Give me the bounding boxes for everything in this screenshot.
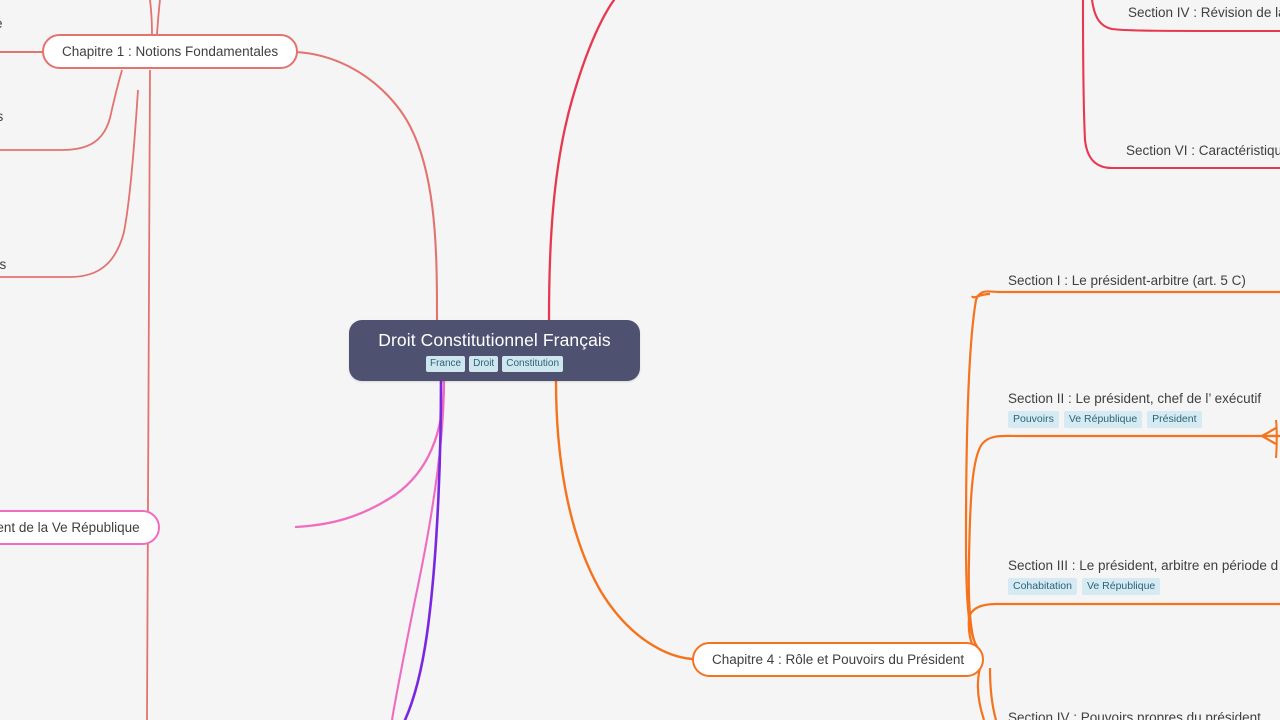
tag-president[interactable]: Président — [1147, 411, 1202, 428]
tag-cohabitation[interactable]: Cohabitation — [1008, 578, 1077, 595]
edge-section-iv-bottom-arm2 — [988, 667, 998, 720]
leaf-section-ii-tags: Pouvoirs Ve République Président — [1008, 411, 1261, 428]
root-node-title: Droit Constitutionnel Français — [378, 329, 611, 350]
arrow-head-right-edge — [1261, 427, 1279, 445]
leaf-section-ii-chef-executif-label: Section II : Le président, chef de l’ ex… — [1008, 391, 1262, 406]
edge-chapitre4-trunk — [964, 290, 1280, 651]
leaf-section-iv-pouvoirs-propres[interactable]: Section IV : Pouvoirs propres du préside… — [1008, 709, 1261, 720]
leaf-section-i-president-arbitre[interactable]: Section I : Le président-arbitre (art. 5… — [1008, 272, 1246, 290]
edge-right-edge-riser — [1275, 419, 1278, 459]
leaf-section-vi-caracteristiques[interactable]: Section VI : Caractéristiqu — [1126, 142, 1280, 160]
edge-section-iv-bottom-arm — [976, 667, 986, 720]
edge-section-iii-arm — [967, 602, 1280, 651]
leaf-clipped-es-label: es — [0, 257, 7, 272]
edge-pink-tail — [390, 380, 446, 720]
edge-leaf-rs — [0, 69, 123, 151]
leaf-section-iii-arbitre-cohabitation-label: Section III : Le président, arbitre en p… — [1008, 558, 1279, 573]
leaf-section-iv-revision[interactable]: Section IV : Révision de la — [1128, 4, 1280, 22]
node-chapitre-1-label: Chapitre 1 : Notions Fondamentales — [62, 44, 279, 59]
root-tag-france[interactable]: France — [425, 355, 466, 372]
root-tag-constitution[interactable]: Constitution — [502, 355, 564, 372]
leaf-section-iv-revision-label: Section IV : Révision de la — [1128, 5, 1280, 20]
mindmap-canvas[interactable]: Droit Constitutionnel Français France Dr… — [0, 0, 1280, 720]
edge-section-ii-arm — [967, 434, 1280, 649]
leaf-section-iv-pouvoirs-propres-label: Section IV : Pouvoirs propres du préside… — [1008, 710, 1261, 720]
leaf-section-i-president-arbitre-label: Section I : Le président-arbitre (art. 5… — [1008, 273, 1246, 288]
node-chapitre-4[interactable]: Chapitre 4 : Rôle et Pouvoirs du Préside… — [692, 642, 985, 677]
node-chapitre-1[interactable]: Chapitre 1 : Notions Fondamentales — [42, 34, 299, 69]
edge-chapitre1-spine-2 — [156, 0, 161, 35]
tag-ve-republique[interactable]: Ve République — [1063, 411, 1143, 428]
leaf-section-iii-tags: Cohabitation Ve République — [1008, 578, 1278, 595]
root-node-tags: France Droit Constitution — [425, 355, 564, 372]
root-tag-droit[interactable]: Droit — [469, 355, 499, 372]
edge-chapitre1-down-spine — [146, 69, 151, 720]
edge-layer — [0, 0, 1280, 720]
edge-section-i-arm — [971, 292, 991, 299]
tag-pouvoirs[interactable]: Pouvoirs — [1008, 411, 1059, 428]
leaf-clipped-ie-label: ie — [0, 15, 3, 33]
leaf-clipped-ie[interactable]: ie — [0, 15, 3, 33]
leaf-clipped-rs[interactable]: rs — [0, 108, 3, 126]
leaf-clipped-rs-label: rs — [0, 108, 3, 126]
edge-leaf-es — [0, 89, 139, 278]
leaf-section-iii-arbitre-cohabitation[interactable]: Section III : Le président, arbitre en p… — [1008, 557, 1278, 595]
node-chapitre-4-label: Chapitre 4 : Rôle et Pouvoirs du Préside… — [712, 652, 965, 667]
tag-ve-republique-2[interactable]: Ve République — [1081, 578, 1161, 595]
edge-root-to-chapitre4 — [554, 379, 694, 661]
edge-root-to-sections — [547, 0, 616, 322]
edge-chapitre1-spine — [149, 0, 153, 35]
edge-root-to-chapitre3 — [294, 379, 446, 529]
leaf-section-vi-caracteristiques-label: Section VI : Caractéristiqu — [1126, 143, 1280, 158]
edge-root-to-chapitre1 — [294, 50, 439, 322]
root-node[interactable]: Droit Constitutionnel Français France Dr… — [349, 320, 640, 381]
leaf-section-ii-chef-executif[interactable]: Section II : Le président, chef de l’ ex… — [1008, 390, 1261, 428]
edge-root-purple — [403, 379, 443, 720]
node-chapitre-3-label: tre 3 : Statut du Président de la Ve Rép… — [0, 520, 140, 535]
leaf-clipped-es[interactable]: es — [0, 256, 6, 274]
node-chapitre-3[interactable]: tre 3 : Statut du Président de la Ve Rép… — [0, 510, 160, 545]
